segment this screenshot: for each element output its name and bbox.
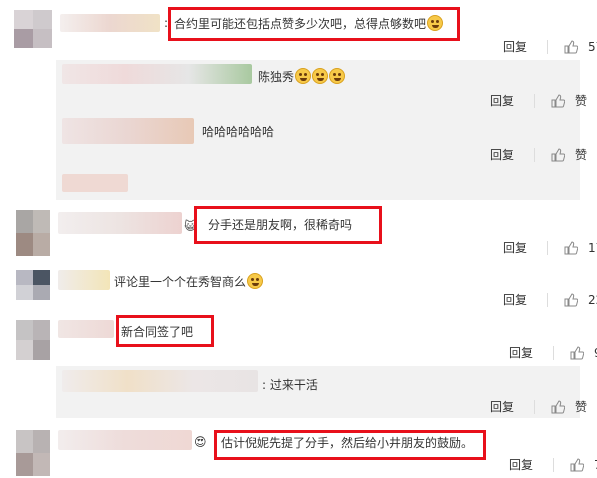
- comment-text: 新合同签了吧: [121, 325, 194, 339]
- username-blurred[interactable]: [58, 430, 192, 450]
- like-count[interactable]: 17: [588, 241, 597, 255]
- reply-button[interactable]: 回复: [490, 398, 514, 415]
- comment-text: 陈独秀: [258, 68, 346, 85]
- emoji-icon: [295, 68, 312, 84]
- reply-button[interactable]: 回复: [503, 291, 527, 308]
- username-blurred[interactable]: [58, 270, 110, 290]
- like-count[interactable]: 57: [588, 40, 597, 54]
- like-count[interactable]: 22: [588, 293, 597, 307]
- reply-button[interactable]: 回复: [490, 92, 514, 109]
- username-blurred[interactable]: [62, 370, 258, 392]
- reply-button[interactable]: 回复: [490, 146, 514, 163]
- divider: [534, 93, 536, 108]
- thumbs-up-icon[interactable]: [570, 457, 585, 472]
- comment-5: 评论里一个个在秀智商么 回复 22: [0, 262, 597, 312]
- divider: [534, 147, 536, 162]
- comment-text: 合约里可能还包括点赞多少次吧，总得点够数吧: [174, 15, 444, 32]
- avatar[interactable]: [16, 210, 50, 256]
- username-blurred[interactable]: [60, 14, 160, 32]
- like-count[interactable]: 赞: [575, 146, 587, 163]
- blurred-link[interactable]: [62, 174, 128, 192]
- comment-4: 😺 分手还是朋友啊，很稀奇吗 回复 17: [0, 204, 597, 260]
- username-blurred[interactable]: [58, 212, 182, 234]
- comment-6: 新合同签了吧 回复 9: [0, 314, 597, 364]
- thumbs-up-icon[interactable]: [564, 39, 579, 54]
- avatar[interactable]: [16, 430, 50, 476]
- emoji-icon: [312, 68, 329, 84]
- thumbs-up-icon[interactable]: [564, 292, 579, 307]
- comment-text: 评论里一个个在秀智商么: [114, 273, 264, 290]
- comment-8: 😍 估计倪妮先提了分手，然后给小井朋友的鼓励。 回复 7: [0, 424, 597, 478]
- username-blurred[interactable]: [62, 64, 252, 84]
- username-blurred[interactable]: [58, 320, 114, 338]
- like-count[interactable]: 赞: [575, 92, 587, 109]
- reply-button[interactable]: 回复: [503, 38, 527, 55]
- reply-button[interactable]: 回复: [509, 344, 533, 361]
- reply-panel: 陈独秀 回复 赞 哈哈哈哈哈哈 回复 赞: [56, 60, 587, 200]
- comment-text: 估计倪妮先提了分手，然后给小井朋友的鼓励。: [221, 436, 474, 450]
- divider: [553, 345, 555, 360]
- thumbs-up-icon[interactable]: [564, 240, 579, 255]
- comment-1: : 合约里可能还包括点赞多少次吧，总得点够数吧 回复 57: [0, 0, 597, 60]
- comment-text: 分手还是朋友啊，很稀奇吗: [208, 218, 353, 232]
- emoji-icon: 😍: [194, 435, 207, 449]
- thumbs-up-icon[interactable]: [551, 399, 566, 414]
- avatar[interactable]: [16, 270, 50, 300]
- username-blurred[interactable]: [62, 118, 194, 144]
- thumbs-up-icon[interactable]: [551, 147, 566, 162]
- thumbs-up-icon[interactable]: [551, 93, 566, 108]
- divider: [553, 457, 555, 472]
- comment-text: 哈哈哈哈哈哈: [202, 125, 275, 139]
- reply-button[interactable]: 回复: [503, 239, 527, 256]
- avatar[interactable]: [16, 320, 50, 360]
- comment-text: : 过来干活: [262, 378, 318, 392]
- emoji-icon: [247, 273, 264, 289]
- emoji-icon: [427, 15, 444, 31]
- like-count[interactable]: 赞: [575, 398, 587, 415]
- reply-button[interactable]: 回复: [509, 456, 533, 473]
- avatar[interactable]: [14, 10, 52, 48]
- divider: [547, 39, 549, 54]
- thumbs-up-icon[interactable]: [570, 345, 585, 360]
- emoji-icon: [329, 68, 346, 84]
- divider: [534, 399, 536, 414]
- divider: [547, 240, 549, 255]
- divider: [547, 292, 549, 307]
- reply-panel: : 过来干活 回复 赞: [56, 366, 587, 418]
